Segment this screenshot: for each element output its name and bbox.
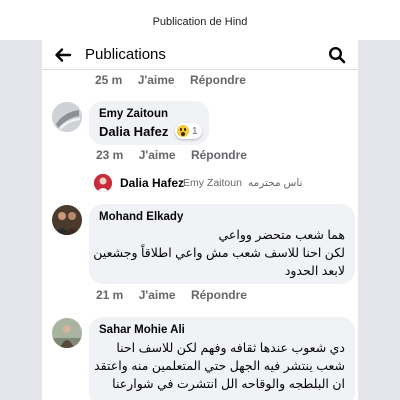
comment-author[interactable]: Sahar Mohie Ali: [99, 324, 345, 336]
page-title: Publications: [85, 46, 166, 63]
comment-author[interactable]: Emy Zaitoun: [99, 108, 199, 120]
comment-text-line: ان البلطجه والوقاحه الل انتشرت في شوارعن…: [112, 377, 345, 391]
reaction-summary[interactable]: 1: [175, 123, 202, 139]
like-button[interactable]: J'aime: [138, 73, 175, 87]
like-button[interactable]: J'aime: [139, 288, 176, 302]
comment-text-line: هما شعب متحضر وواعي: [218, 228, 345, 242]
reply-button[interactable]: Répondre: [191, 148, 247, 162]
comment-text-line: لابعد الحدود: [284, 264, 345, 278]
comment-time: 23 m: [96, 148, 124, 162]
comments-panel: Publications 25 m J'aime Répondre Emy Za…: [42, 40, 358, 400]
comment-meta: 21 m J'aime Répondre: [96, 288, 259, 302]
comment-meta: 25 m J'aime Répondre: [95, 73, 258, 87]
comment-author[interactable]: Mohand Elkady: [99, 211, 345, 223]
reply-tag: Emy Zaitoun: [183, 177, 242, 189]
search-icon[interactable]: [328, 46, 346, 64]
avatar: [94, 174, 112, 192]
comment-text-line: لكن احنا للاسف شعب مش واعي اطلاقاً وجشعي…: [93, 246, 345, 260]
reaction-count: 1: [192, 125, 198, 137]
reply-author: Dalia Hafez: [120, 176, 185, 190]
top-bar: Publications: [42, 40, 358, 70]
reply-button[interactable]: Répondre: [190, 73, 246, 87]
comment-bubble: Sahar Mohie Ali دي شعوب عندها ثقافه وفهم…: [89, 317, 355, 400]
avatar[interactable]: [52, 318, 82, 348]
reply-button[interactable]: Répondre: [191, 288, 247, 302]
comment-time: 25 m: [95, 73, 123, 87]
comment-bubble: Mohand Elkady هما شعب متحضر وواعي لكن اح…: [89, 204, 355, 284]
comment-text-line: شعب ينتشر فيه الجهل حتي المتعلمين منه وا…: [94, 359, 345, 373]
reply-text: ناس محترمه: [248, 177, 303, 189]
wow-reaction-icon: [177, 125, 189, 137]
comment-text-line: دي شعوب عندها ثقافه وفهم لكن للاسف احنا: [116, 341, 345, 355]
like-button[interactable]: J'aime: [139, 148, 176, 162]
avatar[interactable]: [52, 205, 82, 235]
arrow-left-icon[interactable]: [54, 46, 72, 64]
window-title: Publication de Hind: [0, 0, 400, 40]
comment-meta: 23 m J'aime Répondre: [96, 148, 259, 162]
avatar[interactable]: [52, 102, 82, 132]
comment-time: 21 m: [96, 288, 124, 302]
